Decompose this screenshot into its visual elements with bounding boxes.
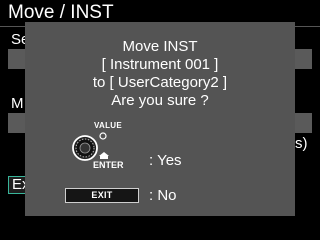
dialog-exit-button[interactable]: EXIT [65,188,139,203]
dialog-destination: to [ UserCategory2 ] [92,74,228,91]
right-text: s) [295,135,308,152]
value-knob[interactable]: VALUE ENTER [69,121,131,173]
dialog-question: Are you sure ? [111,92,209,109]
screen: Move / INST Se M s) Ex Move INST [ Instr… [0,0,320,240]
page-title: Move / INST [8,2,114,23]
dialog-title: Move INST [122,38,198,55]
knob-value-label: VALUE [94,121,123,130]
no-label: : No [149,187,177,204]
dialog-source-item: [ Instrument 001 ] [101,56,219,73]
confirm-dialog: Move INST [ Instrument 001 ] to [ UserCa… [25,22,295,216]
yes-label: : Yes [149,152,182,169]
row1-field-right[interactable] [295,49,312,69]
row2-label: M [11,95,24,112]
row2-field-right[interactable] [295,113,312,133]
knob-enter-label: ENTER [93,160,124,170]
